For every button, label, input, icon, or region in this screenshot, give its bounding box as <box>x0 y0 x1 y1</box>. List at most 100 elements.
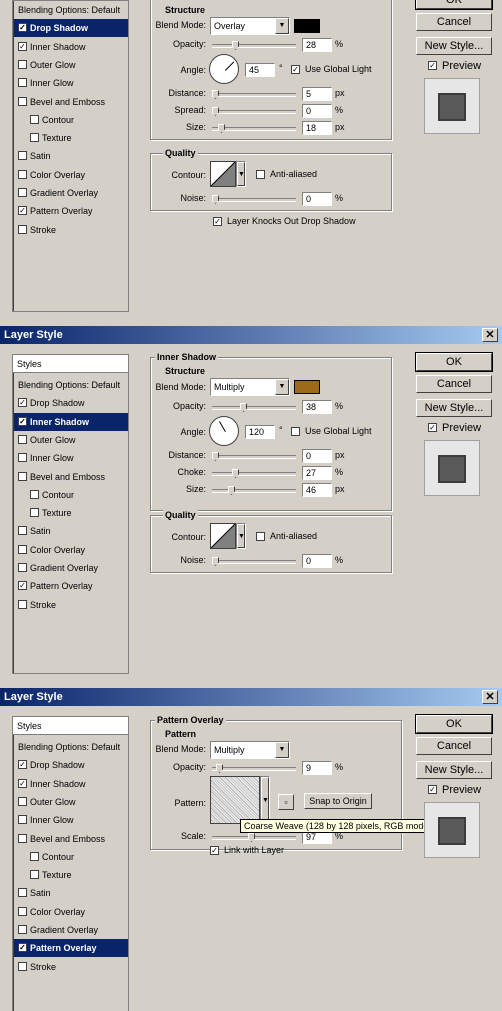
knocks-out-box[interactable]: ✓ <box>213 217 222 226</box>
close-icon[interactable]: ✕ <box>482 690 498 704</box>
preview-box[interactable]: ✓ <box>428 785 437 794</box>
style-item-drop-shadow[interactable]: ✓ Drop Shadow <box>14 756 128 774</box>
style-item-bevel-and-emboss[interactable]: Bevel and Emboss <box>14 93 128 111</box>
style-item-gradient-overlay[interactable]: Gradient Overlay <box>14 921 128 939</box>
pattern-picker[interactable] <box>210 776 260 824</box>
style-checkbox[interactable]: ✓ <box>18 581 27 591</box>
size-slider[interactable] <box>212 124 296 133</box>
style-item-inner-shadow[interactable]: ✓ Inner Shadow <box>14 38 128 56</box>
style-checkbox[interactable] <box>18 224 27 234</box>
blend-mode-select[interactable]: Multiply ▼ <box>210 378 290 396</box>
style-checkbox[interactable] <box>18 78 27 88</box>
style-checkbox[interactable] <box>30 114 39 124</box>
snap-to-origin-button[interactable]: Snap to Origin <box>304 793 372 809</box>
style-checkbox[interactable] <box>18 599 27 609</box>
global-light-box[interactable]: ✓ <box>291 65 300 74</box>
style-checkbox[interactable] <box>30 133 39 143</box>
style-checkbox[interactable]: ✓ <box>18 778 27 788</box>
preview-box[interactable]: ✓ <box>428 61 437 70</box>
new-style-button[interactable]: New Style... <box>416 399 492 417</box>
style-item-satin[interactable]: Satin <box>14 522 128 540</box>
close-icon[interactable]: ✕ <box>482 328 498 342</box>
global-light-checkbox[interactable]: Use Global Light <box>291 426 372 436</box>
ok-button[interactable]: OK <box>415 0 493 10</box>
contour-picker[interactable] <box>210 161 236 187</box>
scale-slider[interactable] <box>212 833 296 842</box>
style-checkbox[interactable] <box>18 833 27 843</box>
knocks-out-checkbox[interactable]: ✓ Layer Knocks Out Drop Shadow <box>213 216 356 226</box>
ok-button[interactable]: OK <box>415 714 493 734</box>
style-item-inner-glow[interactable]: Inner Glow <box>14 74 128 92</box>
style-checkbox[interactable] <box>30 851 39 861</box>
distance-input[interactable]: 5 <box>302 87 332 101</box>
style-checkbox[interactable] <box>18 544 27 554</box>
style-item-blending-options-default[interactable]: Blending Options: Default <box>14 376 128 394</box>
choke-slider[interactable] <box>212 469 296 478</box>
preview-checkbox[interactable]: ✓ Preview <box>428 784 481 796</box>
distance-slider[interactable] <box>212 90 296 99</box>
style-checkbox[interactable] <box>18 888 27 898</box>
size-slider[interactable] <box>212 486 296 495</box>
style-checkbox[interactable] <box>18 96 27 106</box>
noise-input[interactable]: 0 <box>302 554 332 568</box>
style-checkbox[interactable] <box>18 453 27 463</box>
style-item-drop-shadow[interactable]: ✓ Drop Shadow <box>14 394 128 412</box>
shadow-color-swatch[interactable] <box>294 19 320 33</box>
style-item-inner-glow[interactable]: Inner Glow <box>14 811 128 829</box>
global-light-checkbox[interactable]: ✓ Use Global Light <box>291 64 372 74</box>
new-preset-button[interactable]: ▫ <box>278 794 294 810</box>
style-item-gradient-overlay[interactable]: Gradient Overlay <box>14 184 128 202</box>
distance-slider[interactable] <box>212 452 296 461</box>
style-item-contour[interactable]: Contour <box>14 486 128 504</box>
angle-input[interactable]: 45 <box>245 63 275 77</box>
blend-mode-select[interactable]: Overlay ▼ <box>210 17 290 35</box>
style-item-color-overlay[interactable]: Color Overlay <box>14 166 128 184</box>
choke-input[interactable]: 27 <box>302 466 332 480</box>
style-item-drop-shadow[interactable]: ✓ Drop Shadow <box>14 19 128 38</box>
style-item-contour[interactable]: Contour <box>14 848 128 866</box>
style-checkbox[interactable] <box>18 563 27 572</box>
new-style-button[interactable]: New Style... <box>416 761 492 779</box>
style-item-outer-glow[interactable]: Outer Glow <box>14 56 128 74</box>
opacity-slider[interactable] <box>212 41 296 50</box>
style-checkbox[interactable] <box>18 526 27 536</box>
style-item-stroke[interactable]: Stroke <box>14 221 128 239</box>
style-checkbox[interactable] <box>18 471 27 481</box>
opacity-input[interactable]: 28 <box>302 38 332 52</box>
global-light-box[interactable] <box>291 427 300 436</box>
style-item-blending-options-default[interactable]: Blending Options: Default <box>14 1 128 19</box>
style-item-color-overlay[interactable]: Color Overlay <box>14 541 128 559</box>
style-checkbox[interactable] <box>18 59 27 69</box>
distance-input[interactable]: 0 <box>302 449 332 463</box>
noise-slider[interactable] <box>212 195 296 204</box>
style-item-texture[interactable]: Texture <box>14 129 128 147</box>
style-checkbox[interactable] <box>18 188 27 197</box>
anti-aliased-checkbox[interactable]: Anti-aliased <box>256 169 317 179</box>
style-checkbox[interactable] <box>18 796 27 806</box>
pattern-dropdown[interactable]: ▼ <box>260 776 270 824</box>
style-item-satin[interactable]: Satin <box>14 147 128 165</box>
size-input[interactable]: 18 <box>302 121 332 135</box>
opacity-input[interactable]: 9 <box>302 761 332 775</box>
style-item-inner-glow[interactable]: Inner Glow <box>14 449 128 467</box>
cancel-button[interactable]: Cancel <box>416 13 492 31</box>
anti-aliased-box[interactable] <box>256 170 265 179</box>
blend-mode-select[interactable]: Multiply ▼ <box>210 741 290 759</box>
style-checkbox[interactable]: ✓ <box>18 416 27 426</box>
anti-aliased-box[interactable] <box>256 532 265 541</box>
style-item-inner-shadow[interactable]: ✓ Inner Shadow <box>14 412 128 431</box>
style-item-pattern-overlay[interactable]: ✓ Pattern Overlay <box>14 202 128 220</box>
style-item-pattern-overlay[interactable]: ✓ Pattern Overlay <box>14 577 128 595</box>
style-item-gradient-overlay[interactable]: Gradient Overlay <box>14 559 128 577</box>
style-checkbox[interactable] <box>30 489 39 499</box>
style-item-bevel-and-emboss[interactable]: Bevel and Emboss <box>14 468 128 486</box>
style-item-color-overlay[interactable]: Color Overlay <box>14 903 128 921</box>
style-item-pattern-overlay[interactable]: ✓ Pattern Overlay <box>14 939 128 958</box>
style-checkbox[interactable] <box>18 434 27 444</box>
new-style-button[interactable]: New Style... <box>416 37 492 55</box>
spread-input[interactable]: 0 <box>302 104 332 118</box>
style-checkbox[interactable]: ✓ <box>18 23 27 33</box>
style-checkbox[interactable] <box>30 508 39 518</box>
angle-input[interactable]: 120 <box>245 425 275 439</box>
style-checkbox[interactable] <box>18 169 27 179</box>
